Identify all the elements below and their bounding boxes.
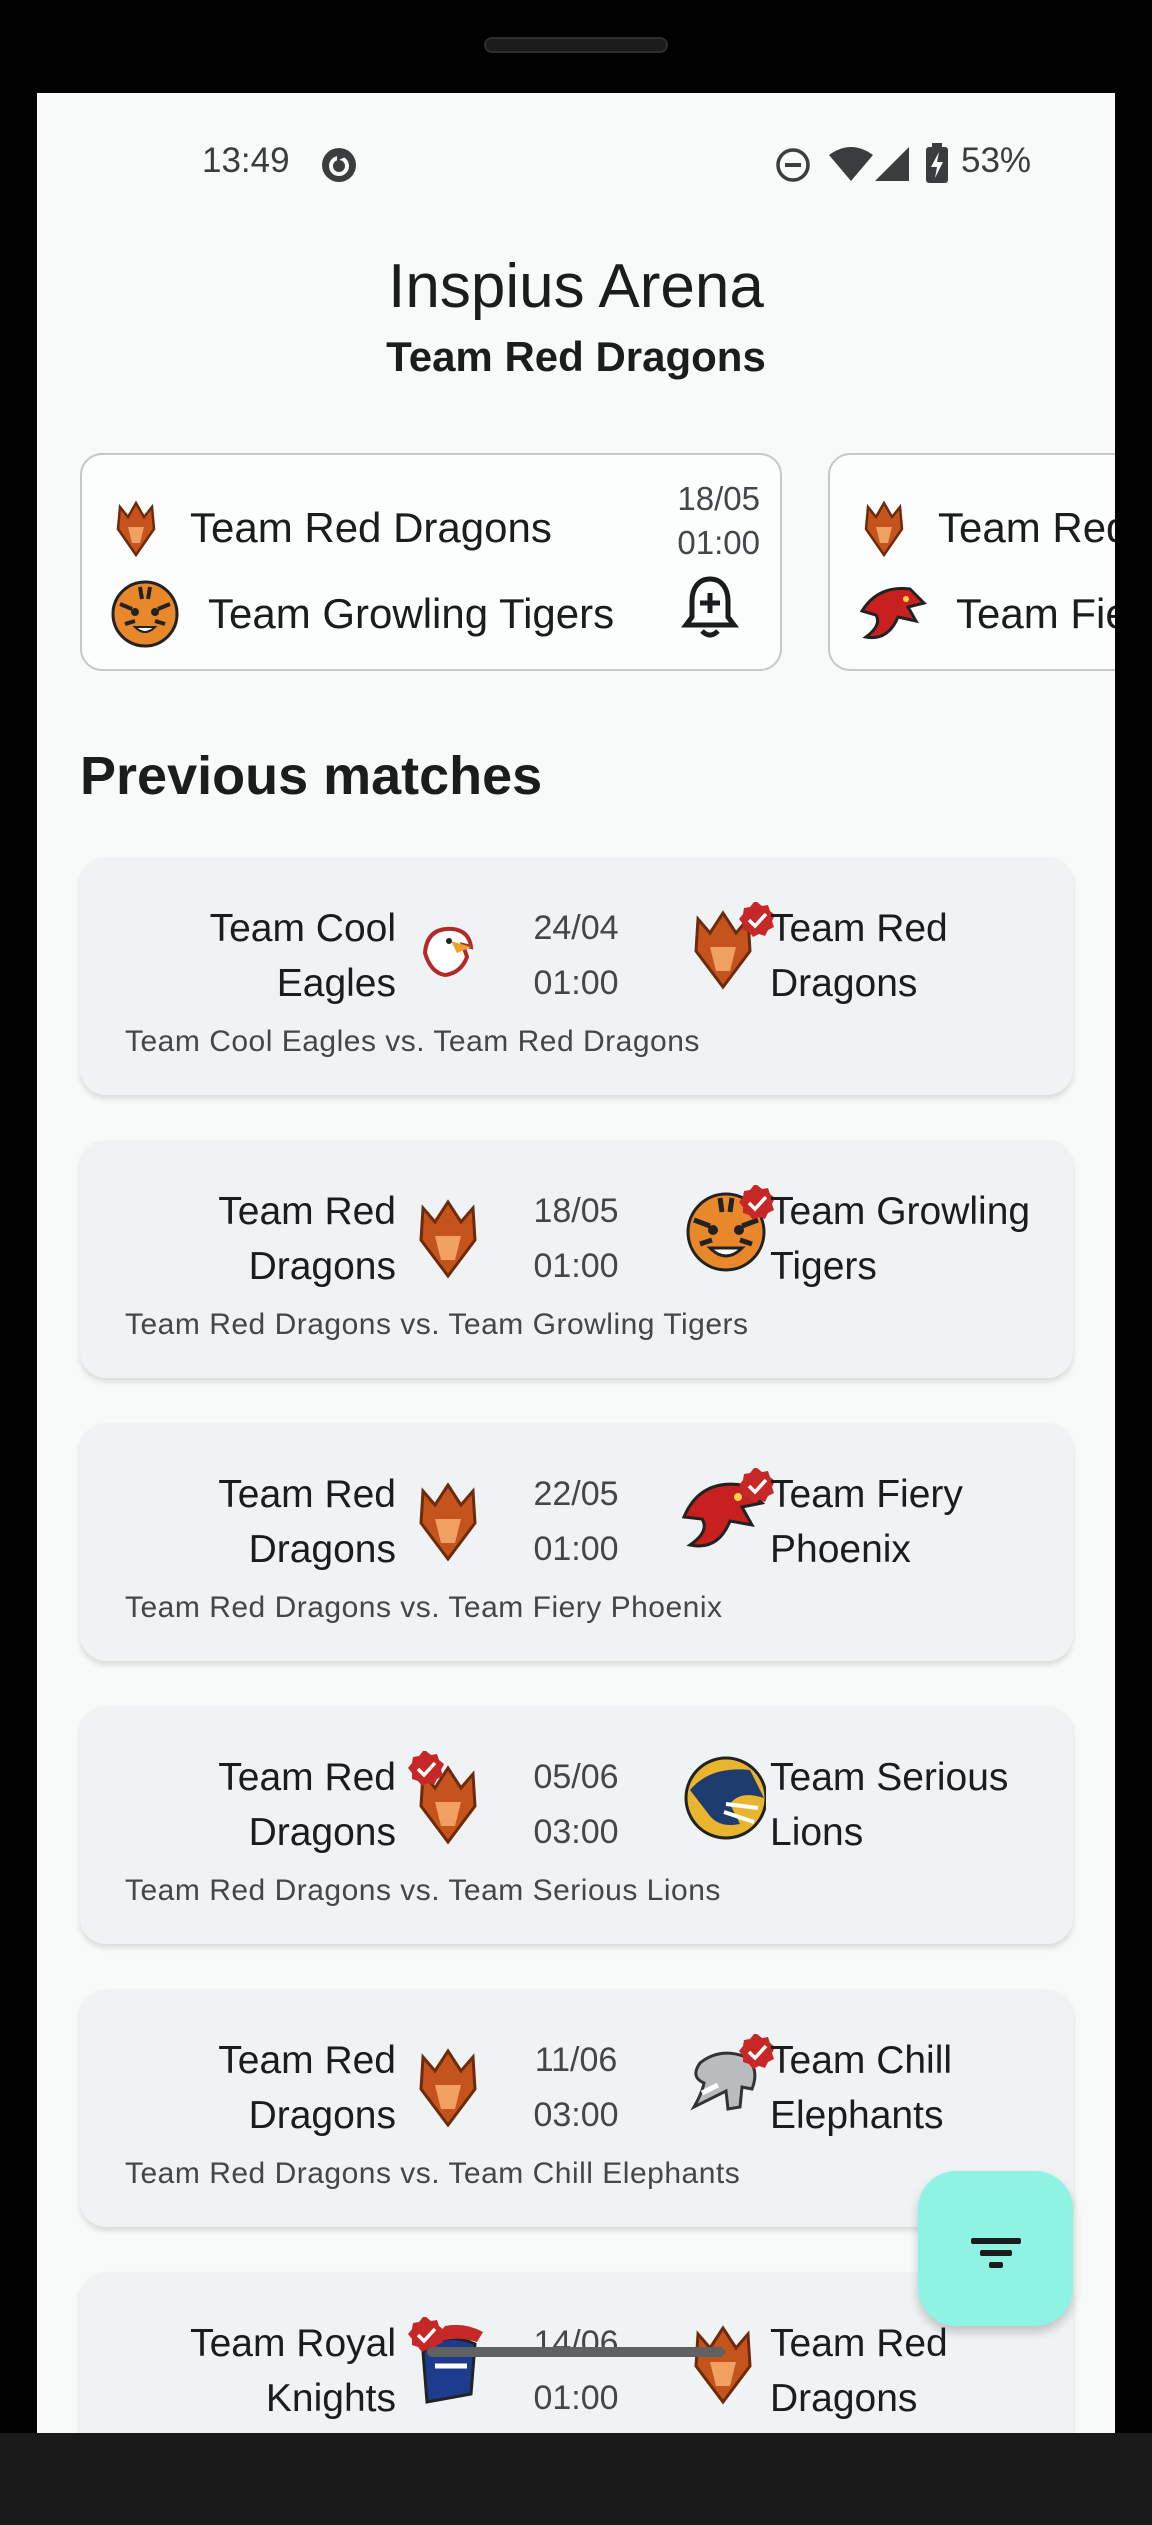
match-datetime: 24/04 01:00 (490, 901, 662, 1011)
device-frame: 13:49 53% Inspius Arena Team Red Dragons… (0, 0, 1152, 2525)
earpiece-speaker (484, 37, 668, 53)
match-date: 22/05 (533, 1475, 619, 1513)
away-team-name: Team Serious Lions (770, 1756, 1009, 1854)
upcoming-team-row: Team Red Dragons (858, 493, 1115, 563)
upcoming-date: 18/05 (677, 480, 760, 517)
match-caption: Team Red Dragons vs. Team Serious Lions (125, 1874, 721, 1907)
filter-icon (971, 2238, 1021, 2268)
app-screen: 13:49 53% Inspius Arena Team Red Dragons… (37, 93, 1115, 2433)
dragon-logo (864, 500, 904, 557)
match-card[interactable]: Team Cool Eagles 24/04 01:00 Team Red Dr… (80, 857, 1073, 1095)
dragon-logo (694, 2325, 752, 2405)
page-title: Inspius Arena (388, 252, 764, 321)
upcoming-team-name: Team Red Dragons (190, 504, 552, 551)
tiger-logo (111, 580, 179, 648)
lion-logo (684, 1756, 766, 1840)
match-datetime: 18/05 01:00 (490, 1184, 662, 1294)
match-time: 01:00 (533, 1247, 619, 1285)
upcoming-match-card[interactable]: Team Red Dragons Team Growling Tigers 18… (80, 453, 782, 671)
cellular-icon (875, 147, 909, 181)
eagle-logo (422, 926, 474, 978)
filter-button[interactable] (918, 2171, 1073, 2326)
away-team-name: Team Growling Tigers (770, 1190, 1031, 1288)
match-time: 03:00 (533, 2096, 619, 2134)
upcoming-team-name: Team Fiery Phoenix (956, 590, 1115, 637)
match-datetime: 11/06 03:00 (490, 2033, 662, 2143)
wifi-icon (829, 147, 873, 181)
match-card[interactable]: Team Red Dragons 18/05 01:00 Team Growli… (80, 1140, 1073, 1378)
home-team-name: Team Royal Knights (190, 2322, 396, 2420)
upcoming-match-card[interactable]: Team Red Dragons Team Fiery Phoenix (828, 453, 1115, 671)
match-time: 01:00 (533, 2379, 619, 2417)
match-card[interactable]: Team Red Dragons 05/06 03:00 Team Seriou… (80, 1706, 1073, 1944)
status-time: 13:49 (202, 141, 290, 180)
match-time: 01:00 (533, 1530, 619, 1568)
match-datetime: 05/06 03:00 (490, 1750, 662, 1860)
dragon-logo (116, 500, 156, 557)
upcoming-team-row: Team Fiery Phoenix (858, 579, 1115, 649)
gesture-home-indicator[interactable] (427, 2347, 725, 2357)
match-caption: Team Red Dragons vs. Team Chill Elephant… (125, 2157, 741, 2190)
match-caption: Team Red Dragons vs. Team Fiery Phoenix (125, 1591, 723, 1624)
match-date: 05/06 (533, 1758, 619, 1796)
match-date: 24/04 (533, 909, 619, 947)
away-team-name: Team Red Dragons (770, 2322, 948, 2420)
match-date: 11/06 (534, 2041, 618, 2079)
home-team-name: Team Red Dragons (218, 1190, 396, 1288)
match-datetime: 22/05 01:00 (490, 1467, 662, 1577)
bell-plus-icon[interactable] (680, 573, 740, 639)
upcoming-team-name: Team Growling Tigers (208, 590, 615, 637)
match-time: 01:00 (533, 964, 619, 1002)
away-team-name: Team Fiery Phoenix (770, 1473, 963, 1571)
upcoming-datetime: 18/05 01:00 (677, 477, 760, 565)
dragon-logo (419, 2048, 477, 2128)
do-not-disturb-icon (776, 148, 810, 182)
winner-badge-icon (408, 1751, 444, 1786)
sync-icon (322, 148, 356, 182)
battery-percentage: 53% (961, 141, 1032, 180)
home-team-name: Team Red Dragons (218, 1473, 396, 1571)
match-time: 03:00 (533, 1813, 619, 1851)
match-date: 18/05 (533, 1192, 619, 1230)
home-team-name: Team Red Dragons (218, 2039, 396, 2137)
status-bar: 13:49 53% (37, 133, 1115, 183)
page-subtitle: Team Red Dragons (386, 333, 766, 380)
upcoming-team-row: Team Red Dragons (110, 493, 552, 563)
upcoming-team-name: Team Red Dragons (938, 504, 1115, 551)
upcoming-matches-carousel[interactable]: Team Red Dragons Team Growling Tigers 18… (80, 453, 1115, 673)
match-card[interactable]: Team Red Dragons 22/05 01:00 Team Fiery … (80, 1423, 1073, 1661)
battery-charging-icon (926, 143, 948, 183)
match-datetime: 14/06 01:00 (490, 2316, 662, 2426)
away-team-name: Team Red Dragons (770, 907, 948, 1005)
home-team-name: Team Cool Eagles (209, 907, 396, 1005)
phoenix-logo (859, 586, 927, 640)
dragon-logo (419, 1199, 477, 1279)
section-title: Previous matches (80, 746, 543, 806)
upcoming-time: 01:00 (677, 524, 760, 561)
upcoming-team-row: Team Growling Tigers (110, 579, 614, 649)
match-caption: Team Red Dragons vs. Team Growling Tiger… (125, 1308, 749, 1341)
home-team-name: Team Red Dragons (218, 1756, 396, 1854)
dragon-logo (419, 1482, 477, 1562)
match-caption: Team Cool Eagles vs. Team Red Dragons (125, 1025, 700, 1058)
match-date: 14/06 (533, 2324, 619, 2362)
away-team-name: Team Chill Elephants (770, 2039, 953, 2137)
device-bottom-bezel (0, 2433, 1152, 2525)
